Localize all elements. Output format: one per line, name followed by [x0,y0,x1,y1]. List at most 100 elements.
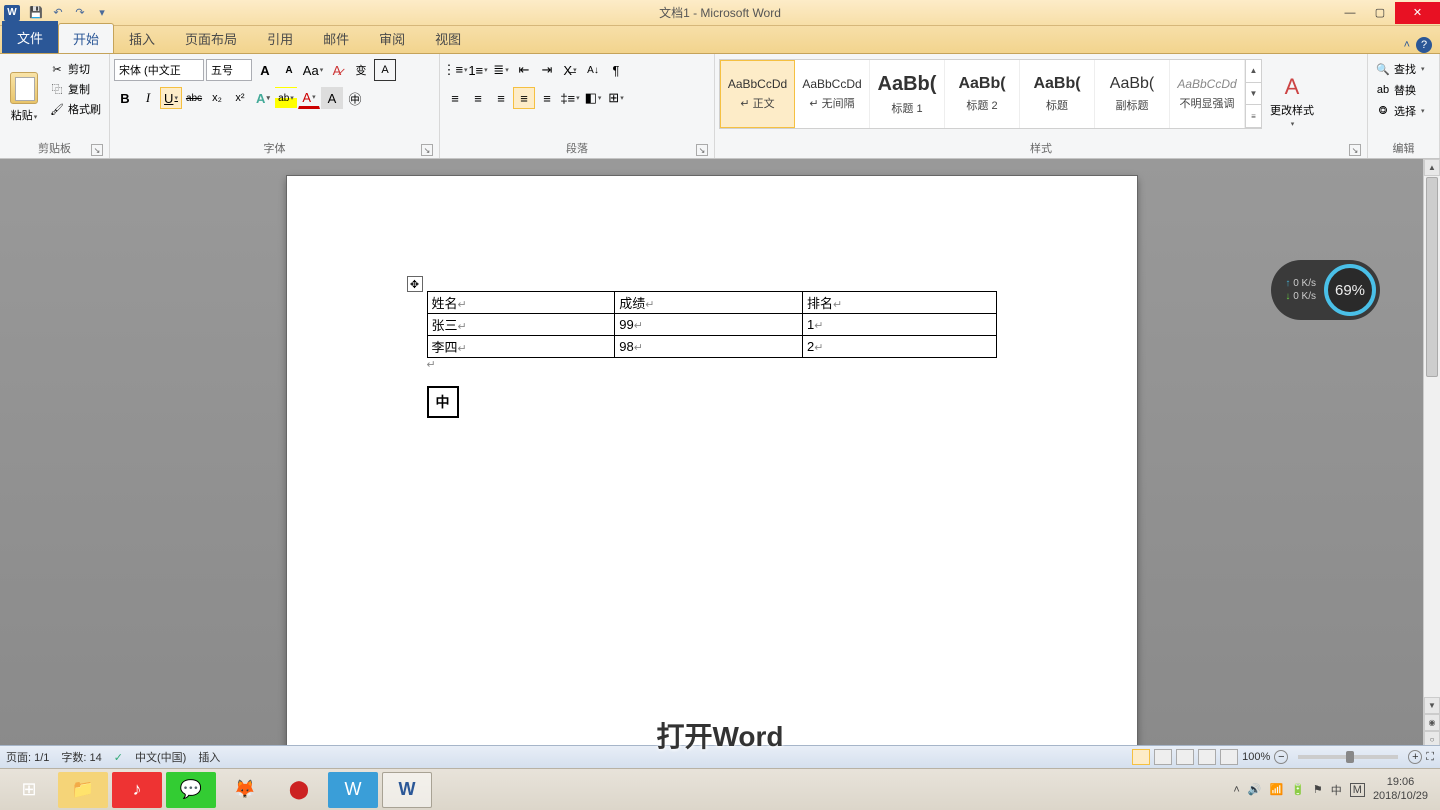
tab-mailings[interactable]: 邮件 [308,23,364,53]
prev-page-button[interactable]: ◉ [1424,714,1440,731]
tab-home[interactable]: 开始 [58,23,114,53]
taskbar-wps[interactable]: W [328,772,378,808]
sort-button[interactable]: A↓ [582,59,604,81]
enclose-char-button[interactable]: ㊥ [344,87,366,109]
qat-more-button[interactable]: ▾ [92,3,112,23]
undo-button[interactable]: ↶ [48,3,68,23]
bold-button[interactable]: B [114,87,136,109]
style-item-normal[interactable]: AaBbCcDd↵ 正文 [720,60,795,128]
taskbar-record[interactable]: ⬤ [274,772,324,808]
taskbar-firefox[interactable]: 🦊 [220,772,270,808]
table-row[interactable]: 姓名↵ 成绩↵ 排名↵ [427,292,996,314]
grow-font-button[interactable]: A [254,59,276,81]
ribbon-collapse-icon[interactable]: ˄ [1404,39,1410,51]
start-button[interactable]: ⊞ [4,772,54,808]
style-item-nospacing[interactable]: AaBbCcDd↵ 无间隔 [795,60,870,128]
multilevel-button[interactable]: ≣▾ [490,59,512,81]
paste-button[interactable]: 粘贴▾ [11,107,38,123]
text-effects-button[interactable]: A▾ [252,87,274,109]
table-row[interactable]: 李四↵ 98↵ 2↵ [427,336,996,358]
line-spacing-button[interactable]: ‡≡▾ [559,87,581,109]
maximize-button[interactable]: ▢ [1365,2,1395,24]
select-button[interactable]: ⭗选择▾ [1372,102,1429,120]
tray-ime-zh-icon[interactable]: 中 [1331,782,1342,798]
scroll-thumb[interactable] [1426,177,1438,377]
dialog-launcher[interactable]: ↘ [696,144,708,156]
font-size-input[interactable] [206,59,252,81]
tab-review[interactable]: 审阅 [364,23,420,53]
highlight-button[interactable]: ab▾ [275,87,297,109]
tab-layout[interactable]: 页面布局 [170,23,252,53]
cut-button[interactable]: ✂剪切 [46,60,105,78]
align-left-button[interactable]: ≡ [444,87,466,109]
dialog-launcher[interactable]: ↘ [421,144,433,156]
scroll-up-button[interactable]: ▲ [1424,159,1440,176]
replace-button[interactable]: ab替换 [1372,81,1429,99]
style-item-subtitle[interactable]: AaBb(副标题 [1095,60,1170,128]
close-button[interactable]: ✕ [1395,2,1440,24]
status-mode[interactable]: 插入 [198,749,220,765]
view-draft[interactable] [1220,749,1238,765]
style-item-title[interactable]: AaBb(标题 [1020,60,1095,128]
tray-battery-icon[interactable]: 🔋 [1291,783,1305,796]
vertical-scrollbar[interactable]: ▲ ▼ ◉ ○ ◉ [1423,159,1440,765]
style-item-heading2[interactable]: AaBb(标题 2 [945,60,1020,128]
taskbar-word[interactable]: W [382,772,432,808]
font-color-button[interactable]: A▾ [298,87,320,109]
format-painter-button[interactable]: 🖌格式刷 [46,100,105,118]
zoom-out-button[interactable]: − [1274,750,1288,764]
tray-flag-icon[interactable]: ⚑ [1313,783,1323,796]
show-marks-button[interactable]: ¶ [605,59,627,81]
styles-scroll-down[interactable]: ▼ [1246,83,1261,106]
save-button[interactable]: 💾 [26,3,46,23]
fullscreen-button[interactable]: ⛶ [1426,751,1434,764]
font-name-input[interactable] [114,59,204,81]
align-justify-button[interactable]: ≡ [513,87,535,109]
shrink-font-button[interactable]: A [278,59,300,81]
subscript-button[interactable]: x₂ [206,87,228,109]
redo-button[interactable]: ↷ [70,3,90,23]
tray-clock[interactable]: 19:06 2018/10/29 [1373,776,1428,802]
style-item-emphasis[interactable]: AaBbCcDd不明显强调 [1170,60,1245,128]
shading-button[interactable]: ◧▾ [582,87,604,109]
numbering-button[interactable]: 1≡▾ [467,59,489,81]
copy-button[interactable]: ⿻复制 [46,80,105,98]
tray-up-icon[interactable]: ˄ [1233,784,1239,796]
dialog-launcher[interactable]: ↘ [1349,144,1361,156]
bullets-button[interactable]: ⋮≡▾ [444,59,466,81]
taskbar-explorer[interactable]: 📁 [58,772,108,808]
zoom-in-button[interactable]: + [1408,750,1422,764]
superscript-button[interactable]: x² [229,87,251,109]
borders-button[interactable]: ⊞▾ [605,87,627,109]
increase-indent-button[interactable]: ⇥ [536,59,558,81]
underline-button[interactable]: U▾ [160,87,182,109]
phonetic-button[interactable]: 变 [350,59,372,81]
view-web[interactable] [1176,749,1194,765]
char-shading-button[interactable]: A [321,87,343,109]
italic-button[interactable]: I [137,87,159,109]
table-move-handle[interactable]: ✥ [407,276,423,292]
tab-view[interactable]: 视图 [420,23,476,53]
char-border-button[interactable]: A [374,59,396,81]
align-center-button[interactable]: ≡ [467,87,489,109]
change-styles-button[interactable]: A 更改样式▾ [1264,56,1320,138]
status-language[interactable]: 中文(中国) [135,749,186,765]
dialog-launcher[interactable]: ↘ [91,144,103,156]
style-item-heading1[interactable]: AaBb(标题 1 [870,60,945,128]
paste-icon[interactable] [10,72,38,104]
status-page[interactable]: 页面: 1/1 [6,749,49,765]
strike-button[interactable]: abc [183,87,205,109]
status-words[interactable]: 字数: 14 [61,749,101,765]
tray-wifi-icon[interactable]: 📶 [1269,783,1283,796]
styles-gallery[interactable]: AaBbCcDd↵ 正文 AaBbCcDd↵ 无间隔 AaBb(标题 1 AaB… [719,59,1262,129]
change-case-button[interactable]: Aa▾ [302,59,324,81]
tab-file[interactable]: 文件 [2,21,58,53]
table-row[interactable]: 张三↵ 99↵ 1↵ [427,314,996,336]
view-outline[interactable] [1198,749,1216,765]
styles-scroll-up[interactable]: ▲ [1246,60,1261,83]
scroll-down-button[interactable]: ▼ [1424,697,1440,714]
find-button[interactable]: 🔍查找▾ [1372,60,1429,78]
asian-layout-button[interactable]: X̶▾ [559,59,581,81]
zoom-level[interactable]: 100% [1242,751,1270,763]
help-icon[interactable]: ? [1416,37,1432,53]
